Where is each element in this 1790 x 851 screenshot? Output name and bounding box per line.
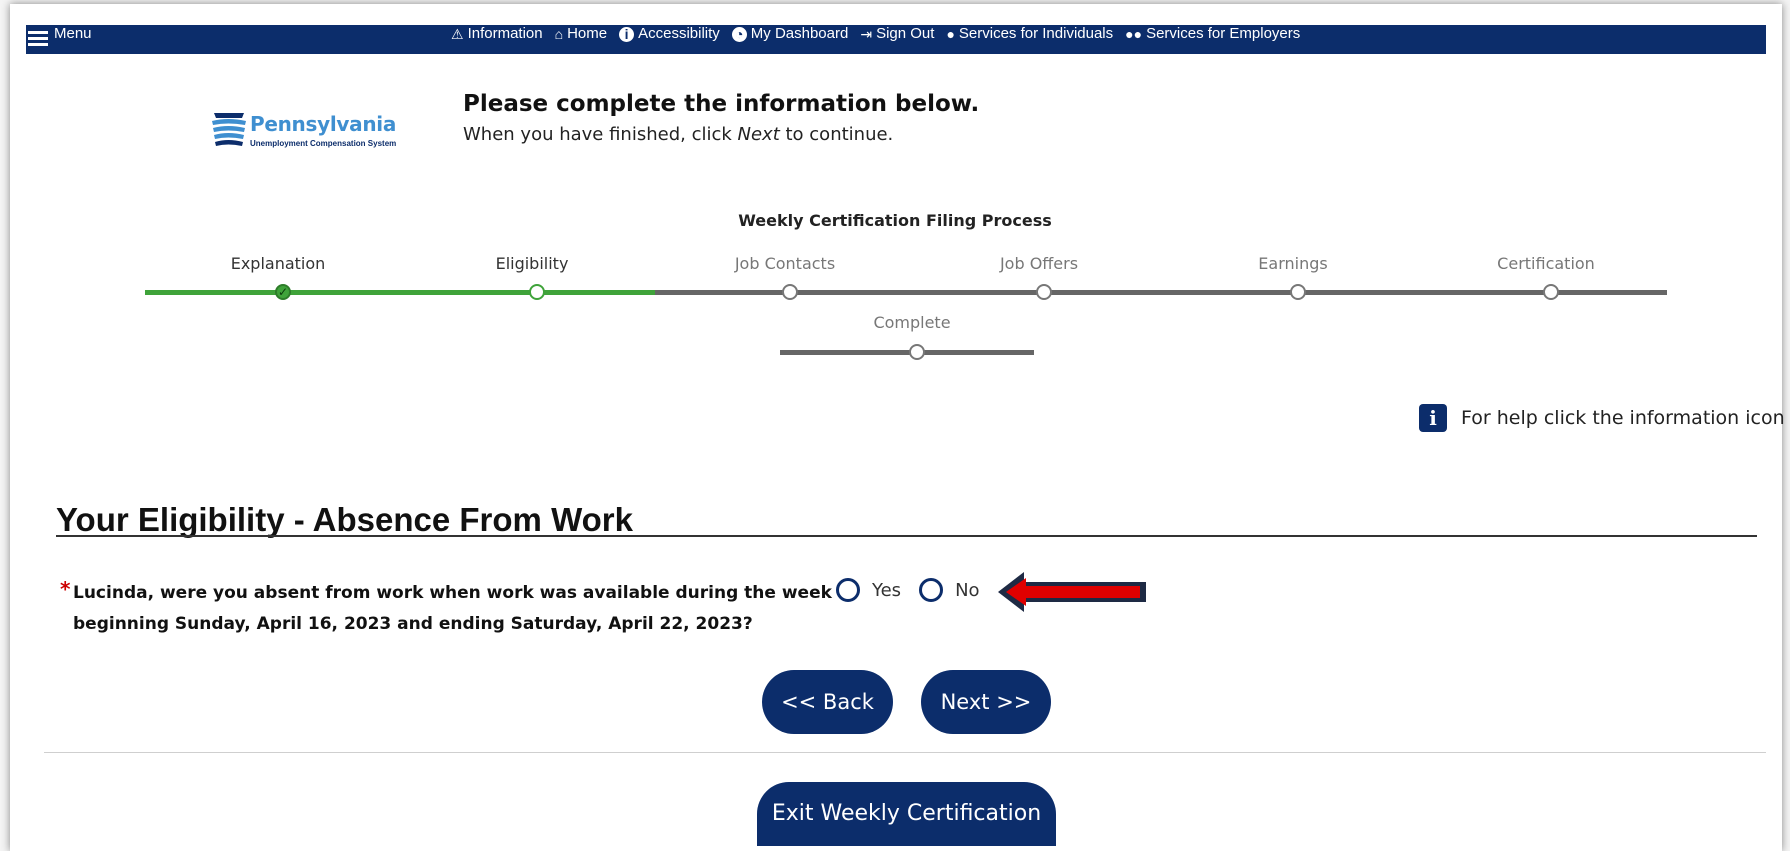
nav-accessibility-link[interactable]: i Accessibility: [619, 25, 720, 43]
annotation-arrow: [998, 572, 1146, 612]
buttons-divider: [44, 752, 1766, 753]
step-node-complete: [909, 344, 925, 360]
menu-label: Menu: [54, 25, 92, 42]
nav-home-link[interactable]: ⌂ Home: [555, 25, 607, 43]
process-title: Weekly Certification Filing Process: [738, 211, 1052, 230]
step-node-explanation: ✓: [275, 284, 291, 300]
sign-out-icon: ⇥: [860, 26, 873, 42]
absence-radio-group: Yes No: [836, 578, 998, 602]
progress-track-pending: [655, 290, 1667, 295]
nav-employers-label: Services for Employers: [1146, 25, 1301, 42]
nav-individuals-link[interactable]: ● Services for Individuals: [946, 25, 1113, 43]
person-icon: ●: [946, 26, 955, 42]
radio-no[interactable]: [919, 578, 944, 602]
nav-accessibility-label: Accessibility: [638, 25, 720, 42]
logo-subtitle: Unemployment Compensation System: [250, 139, 397, 148]
step-label-job-offers: Job Offers: [999, 254, 1079, 273]
logo-title: Pennsylvania: [250, 112, 397, 136]
step-node-earnings: [1290, 284, 1306, 300]
question-text: Lucinda, were you absent from work when …: [73, 583, 832, 634]
step-label-certification: Certification: [1497, 254, 1595, 273]
warning-icon: ⚠: [451, 26, 464, 42]
next-button[interactable]: Next >>: [921, 670, 1051, 734]
information-icon[interactable]: i: [1419, 404, 1447, 432]
back-button[interactable]: << Back: [762, 670, 893, 734]
radio-yes-label[interactable]: Yes: [872, 580, 901, 601]
radio-no-label[interactable]: No: [955, 580, 979, 601]
help-text: For help click the information icon: [1461, 407, 1785, 429]
nav-sign-out-link[interactable]: ⇥ Sign Out: [860, 25, 934, 43]
step-node-eligibility: [529, 284, 545, 300]
page-instructions: When you have finished, click Next to co…: [463, 124, 893, 145]
nav-information-label: Information: [467, 25, 543, 42]
pennsylvania-logo: Pennsylvania Unemployment Compensation S…: [210, 110, 425, 150]
nav-individuals-label: Services for Individuals: [958, 25, 1114, 42]
nav-dashboard-label: My Dashboard: [750, 25, 849, 42]
step-label-job-contacts: Job Contacts: [734, 254, 836, 273]
help-hint: i For help click the information icon: [1419, 404, 1785, 432]
top-nav-bar: Menu ⚠ Information ⌂ Home i Accessibilit…: [26, 25, 1766, 54]
progress-track-complete: [780, 350, 1034, 355]
nav-home-label: Home: [567, 25, 608, 42]
hamburger-icon: [28, 31, 48, 49]
section-title: Your Eligibility - Absence From Work: [56, 501, 633, 538]
nav-sign-out-label: Sign Out: [876, 25, 935, 42]
step-label-earnings: Earnings: [1258, 254, 1328, 273]
nav-dashboard-link[interactable]: ◔ My Dashboard: [731, 25, 849, 43]
step-label-explanation: Explanation: [230, 254, 326, 273]
section-divider: [56, 535, 1757, 537]
step-node-job-contacts: [782, 284, 798, 300]
radio-yes[interactable]: [836, 578, 860, 602]
page-title: Please complete the information below.: [463, 91, 980, 117]
absence-question: * Lucinda, were you absent from work whe…: [60, 577, 833, 640]
home-icon: ⌂: [554, 26, 564, 42]
nav-employers-link[interactable]: ●● Services for Employers: [1125, 25, 1300, 43]
keystone-icon: [212, 113, 246, 146]
instructions-suffix: to continue.: [779, 124, 894, 145]
required-marker: *: [60, 577, 71, 601]
exit-weekly-certification-button[interactable]: Exit Weekly Certification: [757, 782, 1056, 846]
menu-button[interactable]: Menu: [28, 25, 92, 54]
nav-links: ⚠ Information ⌂ Home i Accessibility ◔ M…: [451, 25, 1312, 43]
step-label-complete: Complete: [873, 313, 951, 332]
instructions-prefix: When you have finished, click: [463, 124, 738, 145]
nav-information-link[interactable]: ⚠ Information: [451, 25, 543, 43]
group-icon: ●●: [1125, 26, 1143, 42]
step-node-job-offers: [1036, 284, 1052, 300]
step-node-certification: [1543, 284, 1559, 300]
dashboard-icon: ◔: [731, 26, 747, 42]
progress-track-done: [145, 290, 655, 295]
step-label-eligibility: Eligibility: [495, 254, 569, 273]
accessibility-icon: i: [619, 26, 635, 42]
instructions-next-emphasis: Next: [737, 124, 780, 145]
